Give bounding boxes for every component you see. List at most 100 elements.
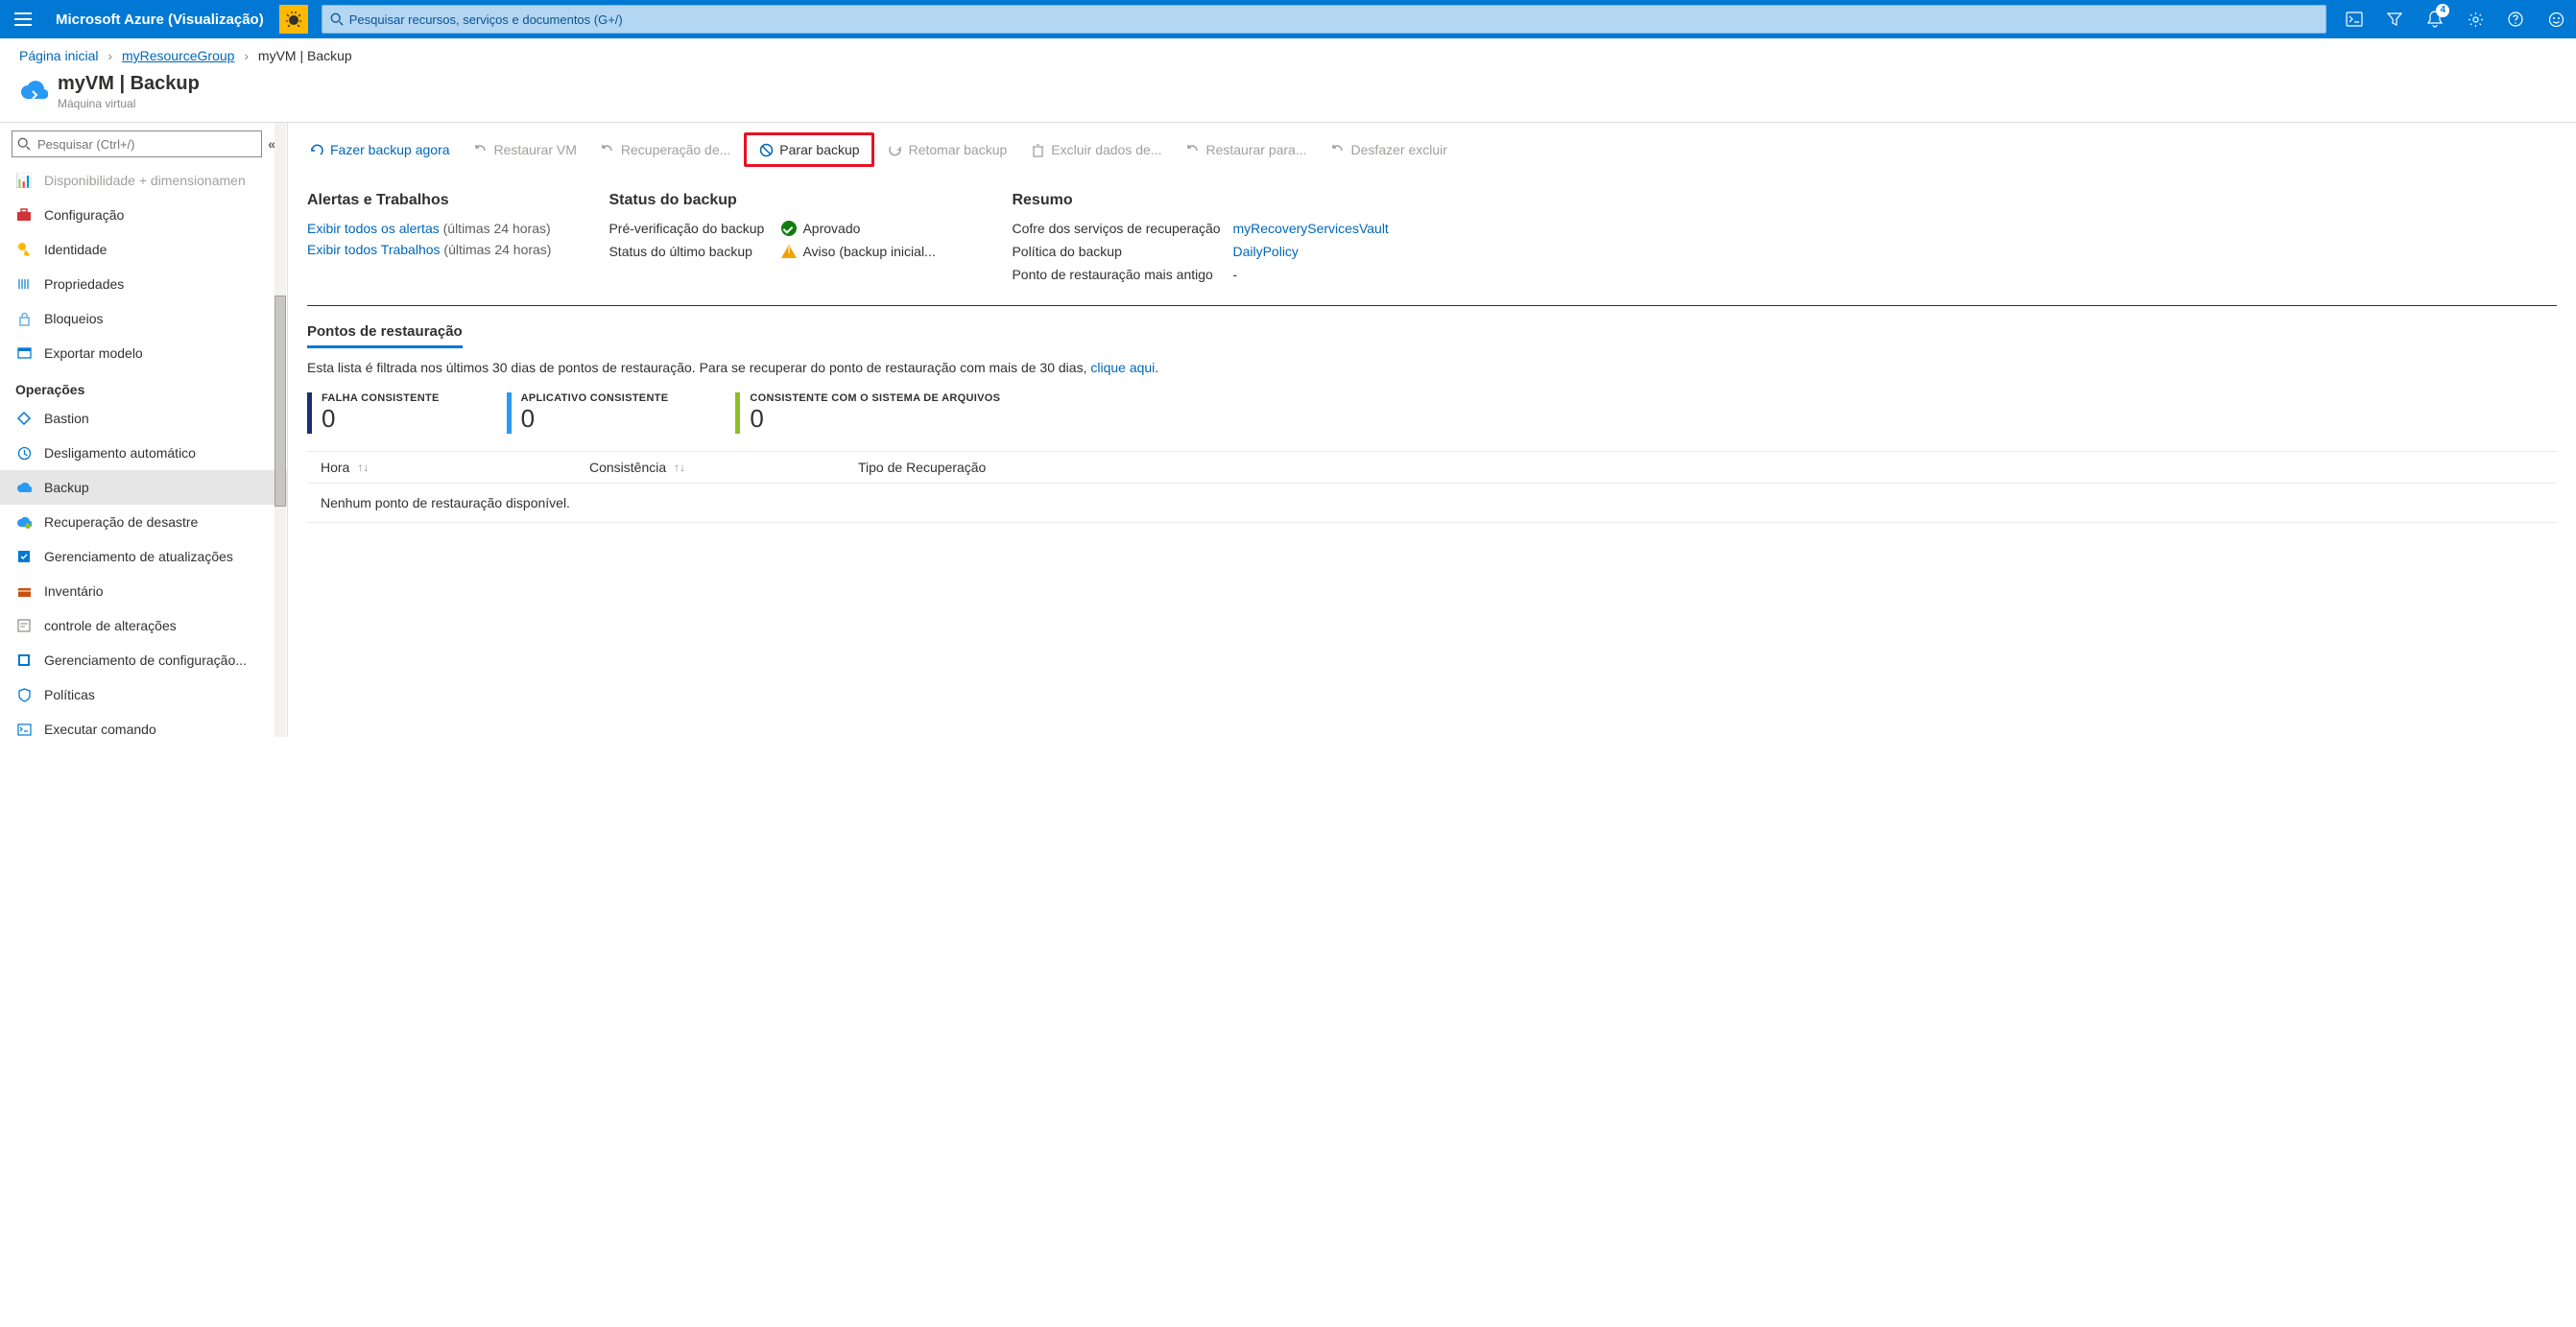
settings-icon[interactable]	[2455, 0, 2495, 38]
breadcrumb: Página inicial › myResourceGroup › myVM …	[0, 38, 2576, 73]
breadcrumb-rg[interactable]: myResourceGroup	[122, 48, 235, 63]
delete-backup-button: Excluir dados de...	[1020, 135, 1171, 164]
col-type[interactable]: Tipo de Recuperação	[858, 460, 2543, 475]
feedback-icon[interactable]	[2536, 0, 2576, 38]
table-empty-row: Nenhum ponto de restauração disponível.	[307, 484, 2557, 523]
tabs: Pontos de restauração	[288, 310, 2576, 348]
notifications-icon[interactable]: 4	[2415, 0, 2455, 38]
view-alerts-link[interactable]: Exibir todos os alertas	[307, 221, 440, 236]
preview-bug-icon[interactable]	[279, 5, 308, 34]
sidebar-item-config-mgmt[interactable]: Gerenciamento de configuração...	[0, 643, 287, 677]
vault-link[interactable]: myRecoveryServicesVault	[1232, 221, 1388, 236]
undo-icon	[1330, 142, 1346, 157]
export-icon	[15, 344, 33, 362]
backup-now-button[interactable]: Fazer backup agora	[299, 135, 460, 164]
sidebar-item-locks[interactable]: Bloqueios	[0, 301, 287, 336]
policy-label: Política do backup	[1012, 244, 1232, 259]
sidebar-item-identity[interactable]: Identidade	[0, 232, 287, 267]
key-icon	[15, 241, 33, 258]
changes-icon	[15, 617, 33, 634]
updates-icon	[15, 548, 33, 565]
global-search-input[interactable]	[349, 12, 2318, 27]
lock-icon	[15, 310, 33, 327]
oldest-label: Ponto de restauração mais antigo	[1012, 267, 1232, 282]
filter-icon[interactable]	[2374, 0, 2415, 38]
undo-icon	[473, 142, 489, 157]
backup-now-icon	[309, 142, 324, 157]
summary-heading: Resumo	[1012, 192, 1388, 209]
sidebar-item-backup[interactable]: Backup	[0, 470, 287, 505]
policy-link[interactable]: DailyPolicy	[1232, 244, 1388, 259]
main-content: Fazer backup agora Restaurar VM Recupera…	[288, 123, 2576, 737]
sidebar-item-bastion[interactable]: Bastion	[0, 401, 287, 436]
hamburger-menu[interactable]	[0, 0, 46, 38]
status-heading: Status do backup	[608, 192, 954, 209]
col-time[interactable]: Hora↑↓	[321, 460, 589, 475]
breadcrumb-current: myVM | Backup	[258, 48, 352, 63]
brand-label[interactable]: Microsoft Azure (Visualização)	[46, 12, 274, 28]
search-icon	[17, 137, 31, 151]
help-icon[interactable]	[2495, 0, 2536, 38]
stop-backup-button[interactable]: Parar backup	[744, 132, 873, 167]
sidebar-item-disaster-recovery[interactable]: Recuperação de desastre	[0, 505, 287, 539]
global-search[interactable]	[322, 5, 2326, 34]
undo-delete-button: Desfazer excluir	[1321, 135, 1457, 164]
restore-vm-button: Restaurar VM	[464, 135, 586, 164]
sidebar-item-inventory[interactable]: Inventário	[0, 574, 287, 608]
sidebar-item-change-tracking[interactable]: controle de alterações	[0, 608, 287, 643]
notification-badge: 4	[2436, 4, 2449, 17]
command-bar: Fazer backup agora Restaurar VM Recupera…	[288, 123, 2576, 177]
sort-icon: ↑↓	[674, 461, 685, 474]
cloud-backup-icon	[19, 78, 48, 107]
sidebar-item-properties[interactable]: Propriedades	[0, 267, 287, 301]
summary-section: Resumo Cofre dos serviços de recuperação…	[1012, 192, 1388, 282]
bastion-icon	[15, 410, 33, 427]
sidebar-item-autoshutdown[interactable]: Desligamento automático	[0, 436, 287, 470]
lastbackup-value: Aviso (backup inicial...	[781, 244, 954, 259]
tab-restore-points[interactable]: Pontos de restauração	[307, 323, 463, 348]
sidebar-section-ops: Operações	[0, 370, 287, 401]
page-subtitle: Máquina virtual	[58, 97, 200, 110]
policy-icon	[15, 686, 33, 703]
alerts-section: Alertas e Trabalhos Exibir todos os aler…	[307, 192, 551, 282]
click-here-link[interactable]: clique aqui	[1090, 360, 1155, 375]
filter-note: Esta lista é filtrada nos últimos 30 dia…	[288, 348, 2576, 387]
sidebar-item-export[interactable]: Exportar modelo	[0, 336, 287, 370]
col-consistency[interactable]: Consistência↑↓	[589, 460, 858, 475]
precheck-label: Pré-verificação do backup	[608, 221, 781, 236]
check-icon	[781, 221, 797, 236]
topbar-actions: 4	[2334, 0, 2576, 38]
page-header: myVM | Backup Máquina virtual	[0, 73, 2576, 122]
sidebar-item-run-command[interactable]: Executar comando	[0, 712, 287, 737]
sidebar-search-input[interactable]	[12, 130, 262, 157]
sort-icon: ↑↓	[357, 461, 369, 474]
refresh-icon	[888, 142, 903, 157]
clock-icon	[15, 444, 33, 462]
stop-icon	[758, 142, 774, 157]
lastbackup-label: Status do último backup	[608, 244, 781, 259]
sidebar-item-updates[interactable]: Gerenciamento de atualizações	[0, 539, 287, 574]
sidebar-item-config[interactable]: Configuração	[0, 198, 287, 232]
sidebar-item-availability[interactable]: 📊Disponibilidade + dimensionamen	[0, 163, 287, 198]
view-jobs-link[interactable]: Exibir todos Trabalhos	[307, 242, 441, 257]
sidebar-item-policies[interactable]: Políticas	[0, 677, 287, 712]
cloud-shell-icon[interactable]	[2334, 0, 2374, 38]
status-section: Status do backup Pré-verificação do back…	[608, 192, 954, 282]
search-icon	[330, 12, 344, 26]
restore-to-button: Restaurar para...	[1175, 135, 1316, 164]
trash-icon	[1030, 142, 1045, 157]
precheck-value: Aprovado	[781, 221, 954, 236]
restore-points-table: Hora↑↓ Consistência↑↓ Tipo de Recuperaçã…	[288, 451, 2576, 523]
toolbox-icon	[15, 206, 33, 224]
page-title: myVM | Backup	[58, 73, 200, 95]
properties-icon	[15, 275, 33, 293]
chart-icon: 📊	[15, 172, 33, 189]
configmgmt-icon	[15, 652, 33, 669]
backup-icon	[15, 479, 33, 496]
undo-icon	[1184, 142, 1200, 157]
terminal-icon	[15, 721, 33, 737]
sidebar-scroll-thumb[interactable]	[274, 296, 286, 507]
divider	[307, 305, 2557, 306]
resume-backup-button: Retomar backup	[878, 135, 1017, 164]
breadcrumb-home[interactable]: Página inicial	[19, 48, 99, 63]
